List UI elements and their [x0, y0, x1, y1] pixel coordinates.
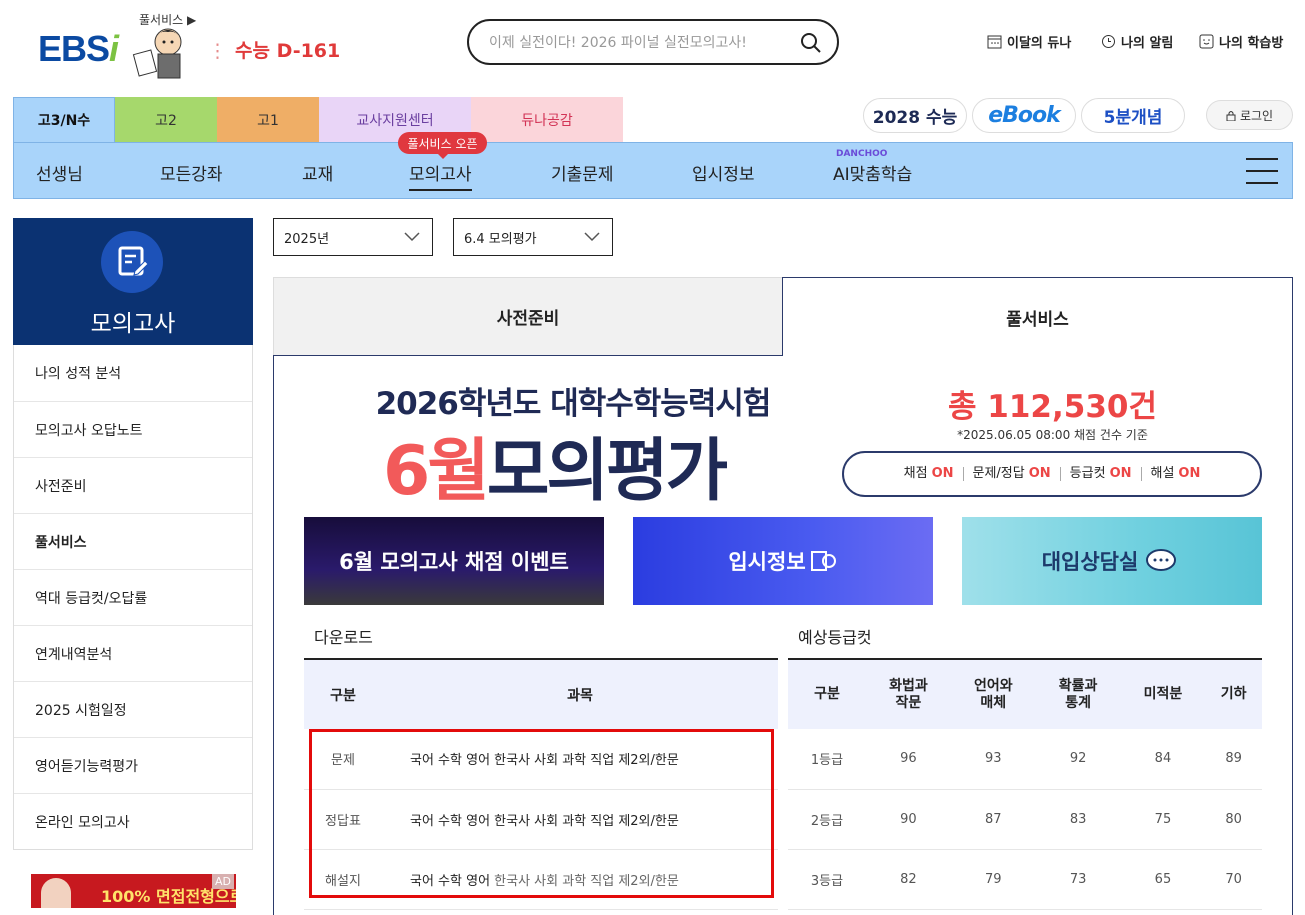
monthly-duna-link[interactable]: 이달의 듀나: [987, 32, 1071, 51]
highlight-box: [309, 729, 774, 898]
grade-col-header: 구분: [788, 659, 866, 729]
full-service-open-badge: 풀서비스 오픈: [398, 132, 487, 159]
lock-icon: [1226, 110, 1236, 121]
nav-teachers[interactable]: 선생님: [36, 160, 83, 185]
grade-col-header: 확률과 통계: [1035, 659, 1121, 729]
chevron-down-icon: [404, 232, 420, 242]
status-grade-cuts: 등급컷 ON: [1059, 467, 1141, 481]
ebook-button[interactable]: eBook: [972, 98, 1076, 133]
col-subjects: 과목: [382, 659, 778, 729]
grade-cut-value: 89: [1205, 729, 1262, 790]
status-explanations: 해설 ON: [1140, 467, 1210, 481]
search-icon[interactable]: [799, 31, 823, 55]
ad-banner[interactable]: 100% 면접전형으로 AD: [31, 874, 236, 908]
tab-grade1[interactable]: 고1: [217, 97, 319, 142]
clock-icon: [1102, 35, 1115, 48]
download-title: 다운로드: [314, 628, 373, 647]
admissions-info-banner[interactable]: 입시정보: [633, 517, 933, 605]
dday-counter: ⋮ 수능 D-161: [208, 40, 341, 62]
grade-cut-value: 70: [1205, 849, 1262, 910]
calendar-icon: [987, 35, 1002, 49]
my-study-room-link[interactable]: 나의 학습방: [1199, 32, 1283, 51]
full-service-link[interactable]: 풀서비스 ▶: [139, 11, 196, 28]
grade-cut-value: 75: [1120, 789, 1206, 850]
grade-label: 1등급: [788, 729, 866, 790]
menu-icon[interactable]: [1246, 158, 1278, 184]
status-questions-answers: 문제/정답 ON: [962, 467, 1060, 481]
five-min-concept-button[interactable]: 5분개념: [1081, 98, 1185, 133]
ad-tag: AD: [212, 874, 234, 889]
grade-cut-value: 79: [950, 849, 1036, 910]
year-select[interactable]: 2025년: [273, 218, 433, 256]
grade-cut-value: 83: [1035, 789, 1121, 850]
sidebar-item-exam-schedule[interactable]: 2025 시험일정: [14, 681, 252, 737]
table-row: 3등급 82 79 73 65 70: [788, 849, 1262, 910]
grade-cut-value: 90: [866, 789, 951, 850]
sidebar-item-linkage-analysis[interactable]: 연계내역분석: [14, 625, 252, 681]
grade-col-header: 기하: [1205, 659, 1262, 729]
grade-cut-value: 82: [866, 849, 951, 910]
ad-person-image: [41, 878, 71, 908]
sidebar-item-grade-cuts[interactable]: 역대 등급컷/오답률: [14, 569, 252, 625]
nav-past-exams[interactable]: 기출문제: [551, 160, 614, 185]
exam-select[interactable]: 6.4 모의평가: [453, 218, 613, 256]
grade-cut-value: 65: [1120, 849, 1206, 910]
sidebar-item-score-analysis[interactable]: 나의 성적 분석: [14, 345, 252, 401]
sidebar-menu: 나의 성적 분석 모의고사 오답노트 사전준비 풀서비스 역대 등급컷/오답률 …: [13, 345, 253, 850]
csat-2028-button[interactable]: 2028 수능: [863, 98, 967, 133]
col-type: 구분: [304, 659, 382, 729]
service-status-box: 채점 ON 문제/정답 ON 등급컷 ON 해설 ON: [842, 451, 1262, 497]
scoring-event-banner[interactable]: 6월 모의고사 채점 이벤트: [304, 517, 604, 605]
sidebar-item-english-listening[interactable]: 영어듣기능력평가: [14, 737, 252, 793]
danchoo-label: DANCHOO: [836, 149, 888, 159]
tab-grade3[interactable]: 고3/N수: [13, 97, 115, 142]
nav-textbooks[interactable]: 교재: [302, 160, 333, 185]
tab-preparation[interactable]: 사전준비: [273, 277, 783, 356]
grade-cut-value: 87: [950, 789, 1036, 850]
grade-cut-table: 구분 화법과 작문 언어와 매체 확률과 통계 미적분 기하 1등급 96 93 92 84 89 2…: [788, 658, 1262, 910]
sidebar-item-preparation[interactable]: 사전준비: [14, 457, 252, 513]
table-row: 2등급 90 87 83 75 80: [788, 789, 1262, 850]
grade-cut-value: 84: [1120, 729, 1206, 790]
grade-label: 2등급: [788, 789, 866, 850]
edit-note-icon: [101, 231, 163, 293]
grade-label: 3등급: [788, 849, 866, 910]
sidebar-title: 모의고사: [90, 311, 176, 337]
login-button[interactable]: 로그인: [1206, 100, 1293, 130]
tab-grade2[interactable]: 고2: [115, 97, 217, 142]
grade-col-header: 언어와 매체: [950, 659, 1036, 729]
my-notifications-link[interactable]: 나의 알림: [1101, 32, 1173, 51]
nav-all-courses[interactable]: 모든강좌: [160, 160, 223, 185]
search-input[interactable]: [489, 31, 789, 55]
status-scoring: 채점 ON: [903, 466, 954, 481]
grade-cut-value: 92: [1035, 729, 1121, 790]
tab-full-service[interactable]: 풀서비스: [782, 277, 1293, 356]
hero-title: 6월모의평가: [383, 432, 728, 511]
grade-col-header: 미적분: [1120, 659, 1206, 729]
document-magnifier-icon: [810, 551, 836, 571]
sidebar-item-wrong-answer-note[interactable]: 모의고사 오답노트: [14, 401, 252, 457]
chevron-down-icon: [584, 232, 600, 242]
tab-duna-gonggam[interactable]: 듀나공감: [471, 97, 623, 142]
grade-cut-value: 93: [950, 729, 1036, 790]
grade-cut-value: 73: [1035, 849, 1121, 910]
grade-cut-value: 80: [1205, 789, 1262, 850]
counseling-banner[interactable]: 대입상담실: [962, 517, 1262, 605]
sidebar-item-full-service[interactable]: 풀서비스: [14, 513, 252, 569]
total-count: 총 112,530건: [947, 389, 1158, 425]
table-row: 1등급 96 93 92 84 89: [788, 729, 1262, 790]
nav-ai-learning[interactable]: AI맞춤학습: [833, 160, 912, 185]
total-count-note: *2025.06.05 08:00 채점 건수 기준: [957, 428, 1148, 442]
chat-bubble-icon: [1146, 549, 1177, 571]
grade-cut-value: 96: [866, 729, 951, 790]
nav-mock-exam[interactable]: 모의고사: [409, 160, 472, 191]
ebsi-logo[interactable]: EBSi: [38, 28, 119, 70]
search-box[interactable]: [467, 19, 839, 65]
grade-col-header: 화법과 작문: [866, 659, 951, 729]
study-room-icon: [1199, 34, 1214, 49]
nav-admissions-info[interactable]: 입시정보: [692, 160, 755, 185]
grade-cut-title: 예상등급컷: [798, 628, 872, 647]
sidebar-item-online-mock-exam[interactable]: 온라인 모의고사: [14, 793, 252, 849]
